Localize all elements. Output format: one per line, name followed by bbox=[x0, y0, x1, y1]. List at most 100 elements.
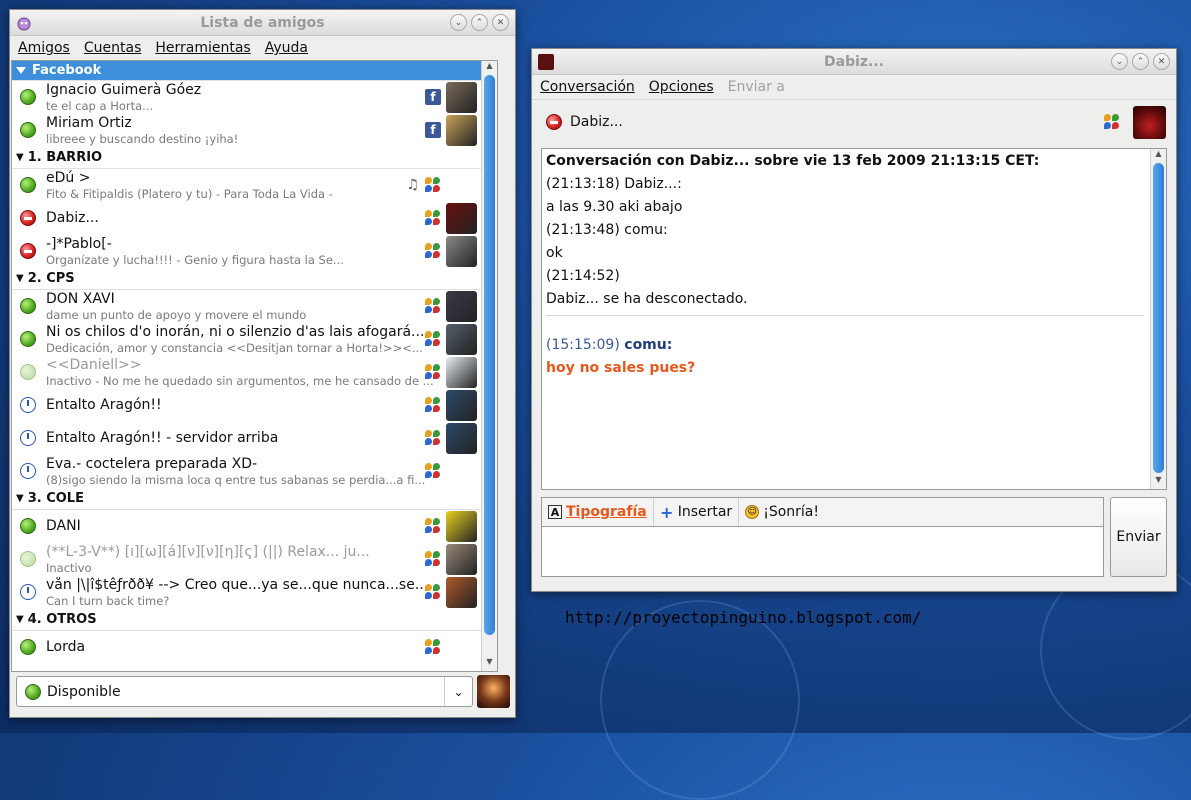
menu-enviar-a[interactable]: Enviar a bbox=[728, 79, 785, 95]
expand-triangle-icon[interactable]: ▼ bbox=[16, 273, 24, 284]
buddy-avatar bbox=[446, 291, 477, 322]
expand-triangle-icon[interactable]: ▼ bbox=[16, 493, 24, 504]
conversation-log[interactable]: Conversación con Dabiz... sobre vie 13 f… bbox=[541, 148, 1167, 490]
msn-protocol-icon bbox=[425, 397, 441, 413]
my-avatar[interactable] bbox=[477, 675, 510, 708]
group-name: 3. COLE bbox=[27, 491, 84, 506]
log-line: (21:13:48) comu: bbox=[546, 222, 668, 238]
buddy-row[interactable]: Ignacio Guimerà Góez te el cap a Horta...… bbox=[12, 81, 481, 114]
music-note-icon: ♫ bbox=[406, 177, 419, 193]
menu-ayuda[interactable]: Ayuda bbox=[265, 40, 308, 56]
watermark-url: http://proyectopinguino.blogspot.com/ bbox=[565, 608, 922, 627]
buddy-row[interactable]: (**L-3-V**) [ı][ω][á][ν][ν][η][ς] (||) R… bbox=[12, 543, 481, 576]
buddy-row[interactable]: -]*Pablo[- Organízate y lucha!!!! - Genio… bbox=[12, 235, 481, 268]
msn-protocol-icon bbox=[1104, 114, 1120, 130]
busy-status-icon bbox=[20, 243, 36, 259]
buddy-row[interactable]: eDú > Fito & Fitipaldis (Platero y tu) - … bbox=[12, 169, 481, 202]
menu-opciones[interactable]: Opciones bbox=[649, 79, 714, 95]
menu-herramientas[interactable]: Herramientas bbox=[155, 40, 250, 56]
buddy-status-message: Fito & Fitipaldis (Platero y tu) - Para … bbox=[46, 187, 333, 201]
scrollbar-thumb[interactable] bbox=[484, 75, 495, 635]
scrollbar-thumb[interactable] bbox=[1153, 163, 1164, 473]
contact-bar: Dabiz... bbox=[532, 99, 1176, 143]
facebook-icon: f bbox=[425, 122, 441, 138]
buddy-avatar bbox=[446, 82, 477, 113]
group-header[interactable]: ▼ 3. COLE bbox=[12, 488, 481, 510]
buddy-row[interactable]: DON XAVI dame un punto de apoyo y movere … bbox=[12, 290, 481, 323]
buddy-row[interactable]: Ni os chilos d'o inorán, ni o silenzio d… bbox=[12, 323, 481, 356]
buddy-name: DON XAVI bbox=[46, 291, 115, 307]
buddy-status-message: dame un punto de apoyo y movere el mundo bbox=[46, 308, 307, 322]
buddy-row[interactable]: Eva.- coctelera preparada XD- (8)sigo sie… bbox=[12, 455, 481, 488]
busy-status-icon bbox=[20, 210, 36, 226]
close-button[interactable]: ✕ bbox=[492, 14, 509, 31]
scroll-down-arrow[interactable]: ▼ bbox=[482, 657, 497, 671]
buddy-name: (**L-3-V**) [ı][ω][á][ν][ν][η][ς] (||) R… bbox=[46, 544, 370, 560]
minimize-button[interactable]: ⌄ bbox=[450, 14, 467, 31]
menu-amigos[interactable]: Amigos bbox=[18, 40, 70, 56]
message-input[interactable] bbox=[541, 527, 1104, 577]
group-header[interactable]: ▼ 1. BARRIO bbox=[12, 147, 481, 169]
group-name: 2. CPS bbox=[27, 271, 75, 286]
away-clock-icon bbox=[20, 463, 36, 479]
menu-conversacion[interactable]: Conversación bbox=[540, 79, 635, 95]
scroll-down-arrow[interactable]: ▼ bbox=[1151, 475, 1166, 489]
contact-avatar[interactable] bbox=[1133, 106, 1166, 139]
buddy-avatar bbox=[446, 324, 477, 355]
expand-triangle-icon[interactable] bbox=[16, 67, 26, 74]
log-line: (21:14:52) bbox=[546, 268, 620, 284]
buddy-row[interactable]: Lorda bbox=[12, 631, 481, 664]
buddy-name: Dabiz... bbox=[46, 210, 99, 226]
buddy-list-scrollbar[interactable]: ▲ ▼ bbox=[481, 61, 497, 671]
new-message-header: (15:15:09) comu: bbox=[542, 334, 1166, 357]
close-button[interactable]: ✕ bbox=[1153, 53, 1170, 70]
buddy-status-message: libreee y buscando destino ¡yiha! bbox=[46, 132, 239, 146]
conversation-scrollbar[interactable]: ▲ ▼ bbox=[1150, 149, 1166, 489]
expand-triangle-icon[interactable]: ▼ bbox=[16, 614, 24, 625]
contact-name: Dabiz... bbox=[570, 113, 623, 130]
buddy-row[interactable]: DANI bbox=[12, 510, 481, 543]
send-button[interactable]: Enviar bbox=[1110, 497, 1167, 577]
group-header[interactable]: ▼ 4. OTROS bbox=[12, 609, 481, 631]
menu-cuentas[interactable]: Cuentas bbox=[84, 40, 142, 56]
conversation-title: Dabiz... bbox=[824, 54, 884, 70]
buddy-row[interactable]: Entalto Aragón!! bbox=[12, 389, 481, 422]
maximize-button[interactable]: ⌃ bbox=[471, 14, 488, 31]
status-selector[interactable]: Disponible ⌄ bbox=[16, 676, 473, 707]
group-header[interactable]: ▼ 2. CPS bbox=[12, 268, 481, 290]
smile-button[interactable]: ☺ ¡Sonría! bbox=[739, 498, 825, 526]
buddy-name: Entalto Aragón!! - servidor arriba bbox=[46, 430, 279, 446]
log-line: ok bbox=[546, 245, 563, 261]
buddy-row[interactable]: Miriam Ortiz libreee y buscando destino ¡… bbox=[12, 114, 481, 147]
facebook-icon: f bbox=[425, 89, 441, 105]
buddy-avatar bbox=[446, 511, 477, 542]
msn-protocol-icon bbox=[425, 243, 441, 259]
buddy-list-titlebar[interactable]: Lista de amigos ⌄ ⌃ ✕ bbox=[10, 10, 515, 36]
buddy-avatar bbox=[446, 236, 477, 267]
log-separator bbox=[546, 315, 1144, 316]
minimize-button[interactable]: ⌄ bbox=[1111, 53, 1128, 70]
buddy-status-message: Organízate y lucha!!!! - Genio y figura … bbox=[46, 253, 344, 267]
font-button[interactable]: A Tipografía bbox=[542, 498, 654, 526]
buddy-status-message: Inactivo - No me he quedado sin argument… bbox=[46, 374, 434, 388]
msn-protocol-icon bbox=[425, 298, 441, 314]
chevron-down-icon[interactable]: ⌄ bbox=[444, 677, 472, 706]
buddy-row[interactable]: vån |\|î$têƒrðð¥ --> Creo que...ya se...… bbox=[12, 576, 481, 609]
buddy-status-message: Can I turn back time? bbox=[46, 594, 170, 608]
msn-protocol-icon bbox=[425, 518, 441, 534]
scroll-up-arrow[interactable]: ▲ bbox=[482, 61, 497, 75]
buddy-row[interactable]: Dabiz... bbox=[12, 202, 481, 235]
expand-triangle-icon[interactable]: ▼ bbox=[16, 152, 24, 163]
maximize-button[interactable]: ⌃ bbox=[1132, 53, 1149, 70]
conversation-titlebar[interactable]: Dabiz... ⌄ ⌃ ✕ bbox=[532, 49, 1176, 75]
smiley-icon: ☺ bbox=[745, 505, 760, 519]
message-sender: comu: bbox=[624, 337, 673, 353]
away-clock-icon bbox=[20, 397, 36, 413]
insert-button[interactable]: + Insertar bbox=[654, 498, 740, 526]
buddy-row[interactable]: <<Daniell>> Inactivo - No me he quedado s… bbox=[12, 356, 481, 389]
buddy-avatar bbox=[446, 357, 477, 388]
group-header[interactable]: Facebook bbox=[12, 61, 481, 81]
buddy-name: <<Daniell>> bbox=[46, 357, 142, 373]
buddy-row[interactable]: Entalto Aragón!! - servidor arriba bbox=[12, 422, 481, 455]
scroll-up-arrow[interactable]: ▲ bbox=[1151, 149, 1166, 163]
